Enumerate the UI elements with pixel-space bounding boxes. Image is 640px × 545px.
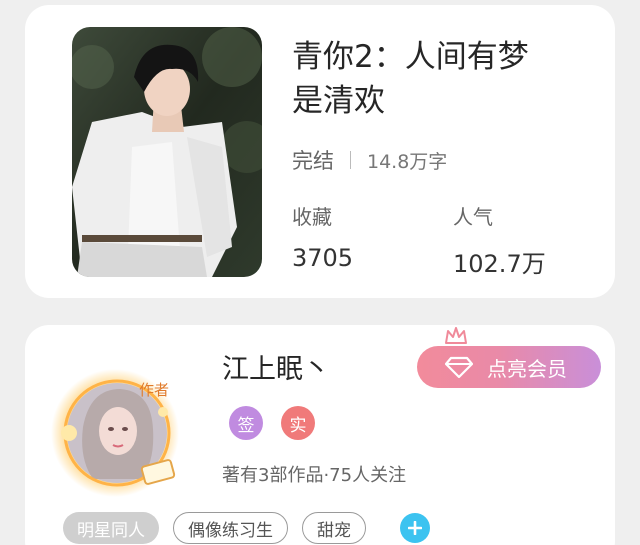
add-tag-button[interactable] [400,513,430,543]
book-title: 青你2：人间有梦 是清欢 [292,35,592,123]
book-status: 完结 [292,149,334,173]
book-title-line-2: 是清欢 [292,83,385,119]
tag-item[interactable]: 偶像练习生 [173,512,288,544]
author-avatar-tag: 作者 [139,381,169,399]
vip-button-label: 点亮会员 [487,356,567,381]
verified-author-badge: 实 [281,406,315,440]
book-word-count: 14.8万字 [367,150,448,173]
book-info-card: 青你2：人间有梦 是清欢 完结 14.8万字 收藏 3705 人气 102.7万 [25,5,615,298]
favorites-value: 3705 [292,244,354,272]
plus-icon [408,521,422,535]
tag-item[interactable]: 甜宠 [302,512,366,544]
popularity-stat: 人气 102.7万 [453,201,546,279]
crown-icon [445,327,467,344]
author-avatar[interactable]: 作者 [45,367,185,497]
book-meta-row: 完结 14.8万字 [292,145,447,175]
tag-item[interactable]: 明星同人 [63,512,159,544]
signed-author-badge: 签 [229,406,263,440]
book-cover-image[interactable] [72,27,262,277]
favorites-stat: 收藏 3705 [292,201,353,272]
favorites-label: 收藏 [292,205,332,229]
tag-list: 明星同人 偶像练习生 甜宠 [63,512,430,544]
diamond-icon [445,356,473,378]
author-info-card: 作者 江上眠丶 点亮会员 签 实 著有3部作品·75人关注 明星同人 偶像练习生… [25,325,615,545]
popularity-value: 102.7万 [453,250,546,278]
book-title-line-1: 青你2：人间有梦 [292,39,529,75]
author-works-info: 著有3部作品·75人关注 [222,465,407,486]
popularity-label: 人气 [453,205,493,229]
author-name[interactable]: 江上眠丶 [222,347,330,386]
vip-activate-button[interactable]: 点亮会员 [417,346,601,388]
meta-divider [350,151,351,169]
